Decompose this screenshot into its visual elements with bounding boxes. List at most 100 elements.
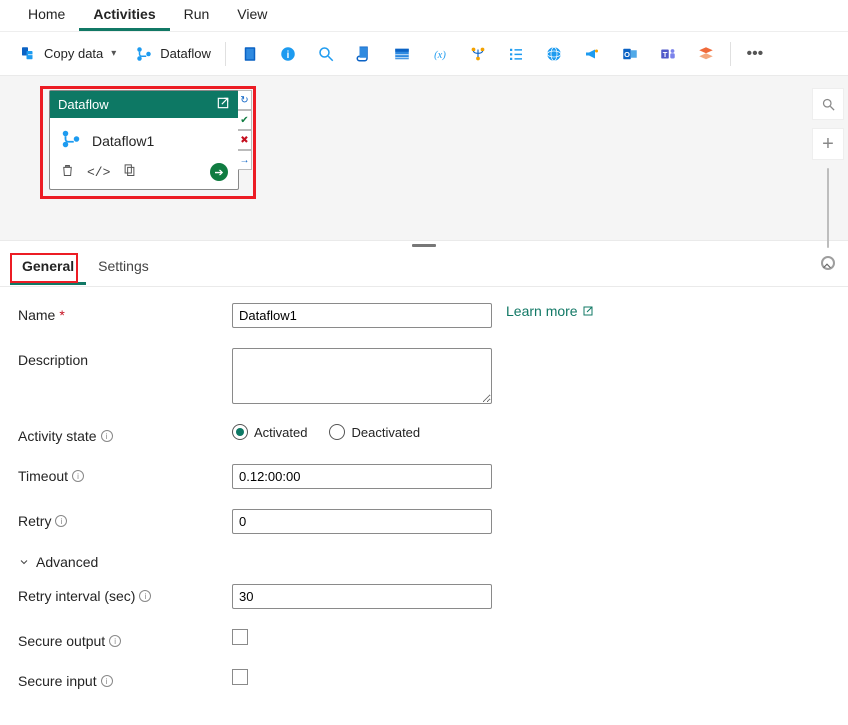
- dataflow-icon: [60, 128, 82, 153]
- handle-skip-icon[interactable]: →: [238, 150, 252, 170]
- description-input[interactable]: [232, 348, 492, 404]
- script-button[interactable]: [346, 36, 382, 72]
- dataflow-button[interactable]: Dataflow: [126, 36, 219, 72]
- script-icon: [354, 44, 374, 64]
- ellipsis-icon: •••: [745, 44, 765, 64]
- retry-input[interactable]: [232, 509, 492, 534]
- notebook-button[interactable]: [232, 36, 268, 72]
- teams-button[interactable]: T: [650, 36, 686, 72]
- chevron-down-icon: ▾: [111, 48, 116, 59]
- flow-icon: [468, 44, 488, 64]
- copy-data-button[interactable]: Copy data ▾: [10, 36, 124, 72]
- canvas-search-button[interactable]: [812, 88, 844, 120]
- split-handle[interactable]: [0, 241, 848, 249]
- lookup-button[interactable]: [308, 36, 344, 72]
- variable-icon: (x): [430, 44, 450, 64]
- handle-fail-icon[interactable]: ✖: [238, 130, 252, 150]
- advanced-toggle[interactable]: Advanced: [18, 554, 830, 570]
- info-icon[interactable]: i: [55, 515, 67, 527]
- webhook-button[interactable]: [574, 36, 610, 72]
- retry-interval-input[interactable]: [232, 584, 492, 609]
- nav-tab-home[interactable]: Home: [14, 0, 79, 31]
- activity-state-radios: Activated Deactivated: [232, 424, 420, 440]
- nav-tab-run[interactable]: Run: [170, 0, 224, 31]
- secure-input-checkbox[interactable]: [232, 669, 248, 685]
- svg-text:(x): (x): [434, 49, 446, 60]
- highlight-box: Dataflow Dataflow1 </> ➔ ↻ ✔: [40, 86, 256, 199]
- secure-output-checkbox[interactable]: [232, 629, 248, 645]
- node-header: Dataflow: [50, 91, 238, 118]
- table-icon: [392, 44, 412, 64]
- globe-icon: [544, 44, 564, 64]
- collapse-panel-button[interactable]: [816, 255, 838, 280]
- name-input[interactable]: [232, 303, 492, 328]
- info-icon[interactable]: i: [109, 635, 121, 647]
- foreach-button[interactable]: [498, 36, 534, 72]
- property-tabs: General Settings: [0, 249, 848, 287]
- nav-tab-activities[interactable]: Activities: [79, 0, 169, 31]
- info-button[interactable]: i: [270, 36, 306, 72]
- general-form: Name * Learn more Description Activity s…: [0, 287, 848, 725]
- magnifier-icon: [316, 44, 336, 64]
- web-button[interactable]: [536, 36, 572, 72]
- learn-more-link[interactable]: Learn more: [506, 303, 594, 319]
- copy-icon[interactable]: [122, 163, 137, 181]
- copy-data-label: Copy data: [44, 46, 103, 61]
- secure-output-label: Secure output: [18, 633, 105, 649]
- delete-icon[interactable]: [60, 163, 75, 181]
- timeout-label: Timeout: [18, 468, 68, 484]
- name-label: Name: [18, 307, 55, 323]
- activities-toolbar: Copy data ▾ Dataflow i (x) O T •••: [0, 32, 848, 76]
- info-icon[interactable]: i: [72, 470, 84, 482]
- open-icon[interactable]: [216, 96, 230, 113]
- node-body: Dataflow1: [50, 118, 238, 159]
- dataflow-label: Dataflow: [160, 46, 211, 61]
- handle-rotate-icon[interactable]: ↻: [238, 90, 252, 110]
- info-icon[interactable]: i: [101, 430, 113, 442]
- timeout-input[interactable]: [232, 464, 492, 489]
- canvas-tools: +: [812, 88, 844, 270]
- retry-label: Retry: [18, 513, 51, 529]
- required-indicator: *: [59, 307, 64, 323]
- radio-icon: [329, 424, 345, 440]
- node-toolbar: </> ➔: [50, 159, 238, 189]
- retry-interval-label: Retry interval (sec): [18, 588, 135, 604]
- top-nav: Home Activities Run View: [0, 0, 848, 32]
- tab-general[interactable]: General: [10, 250, 86, 285]
- semantic-model-button[interactable]: [688, 36, 724, 72]
- description-label: Description: [18, 352, 88, 368]
- outlook-icon: O: [620, 44, 640, 64]
- copy-data-icon: [18, 44, 38, 64]
- nav-tab-view[interactable]: View: [223, 0, 281, 31]
- info-icon[interactable]: i: [101, 675, 113, 687]
- svg-text:T: T: [663, 50, 668, 59]
- azure-function-button[interactable]: [460, 36, 496, 72]
- radio-activated[interactable]: Activated: [232, 424, 307, 440]
- radio-icon: [232, 424, 248, 440]
- canvas-zoom-in-button[interactable]: +: [812, 128, 844, 160]
- tab-settings[interactable]: Settings: [86, 250, 161, 285]
- info-icon[interactable]: i: [139, 590, 151, 602]
- outlook-button[interactable]: O: [612, 36, 648, 72]
- radio-deactivated[interactable]: Deactivated: [329, 424, 420, 440]
- variable-button[interactable]: (x): [422, 36, 458, 72]
- run-icon[interactable]: ➔: [210, 163, 228, 181]
- handle-success-icon[interactable]: ✔: [238, 110, 252, 130]
- activity-state-label: Activity state: [18, 428, 97, 444]
- teams-icon: T: [658, 44, 678, 64]
- radio-label: Activated: [254, 425, 307, 440]
- layers-icon: [696, 44, 716, 64]
- info-icon: i: [278, 44, 298, 64]
- node-side-handles: ↻ ✔ ✖ →: [238, 90, 252, 170]
- secure-input-label: Secure input: [18, 673, 97, 689]
- advanced-label: Advanced: [36, 554, 98, 570]
- activity-node-dataflow[interactable]: Dataflow Dataflow1 </> ➔ ↻ ✔: [49, 90, 239, 190]
- pipeline-canvas[interactable]: Dataflow Dataflow1 </> ➔ ↻ ✔: [0, 76, 848, 241]
- code-icon[interactable]: </>: [87, 165, 110, 180]
- sproc-button[interactable]: [384, 36, 420, 72]
- svg-text:i: i: [287, 49, 290, 60]
- notebook-icon: [240, 44, 260, 64]
- zoom-slider[interactable]: [827, 168, 829, 248]
- svg-text:O: O: [624, 50, 630, 59]
- more-button[interactable]: •••: [737, 36, 773, 72]
